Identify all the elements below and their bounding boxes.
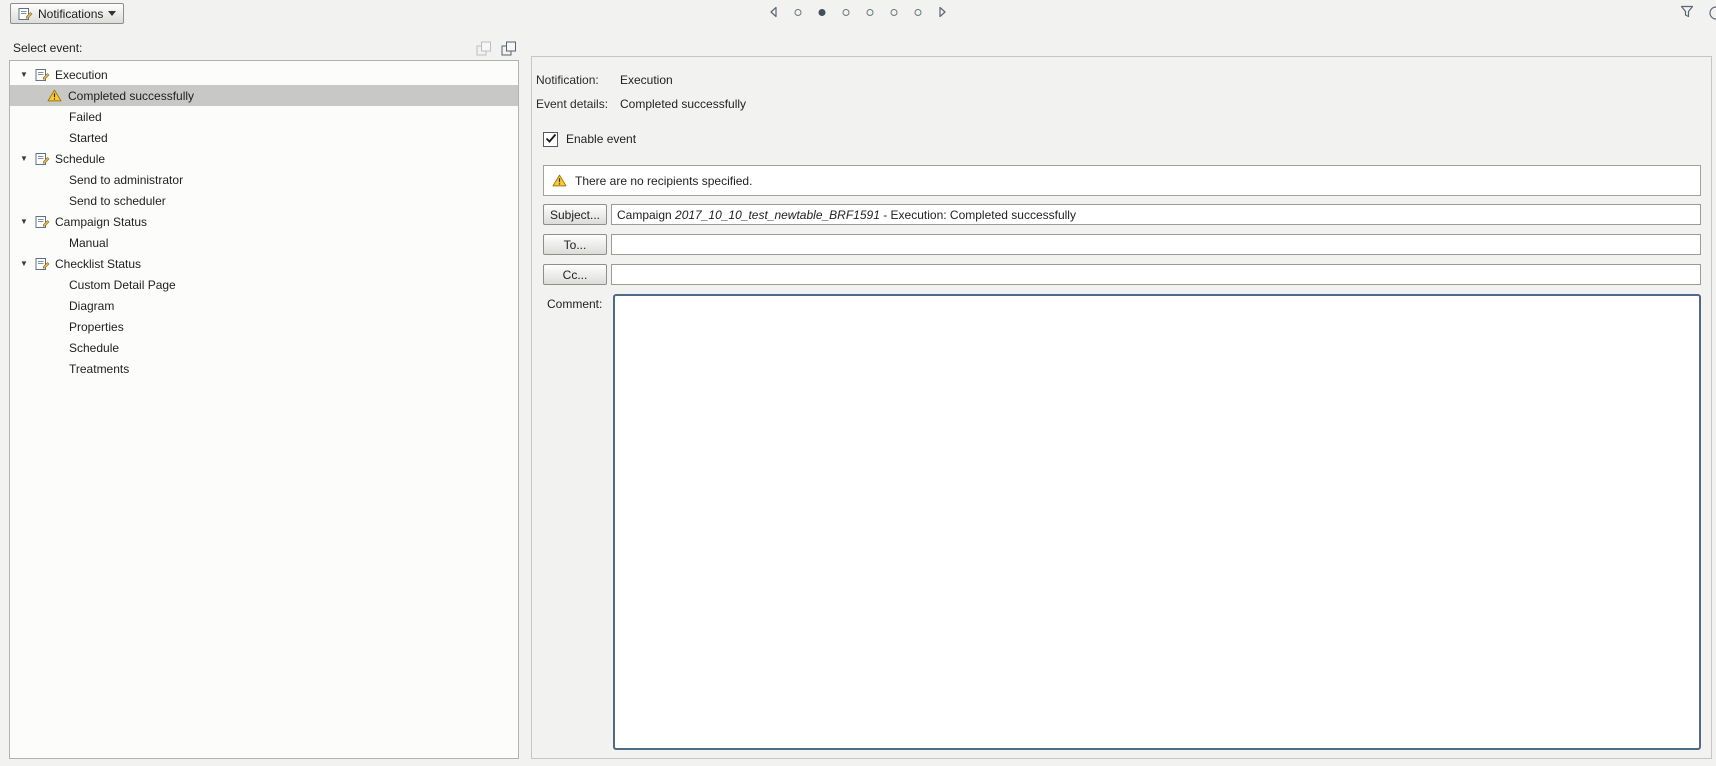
pager-next-button[interactable] [939, 6, 948, 18]
pager-dot-5[interactable] [890, 8, 898, 16]
pager-dot-1[interactable] [794, 8, 802, 16]
enable-event-checkbox[interactable] [543, 131, 558, 147]
tree-item-label: Diagram [69, 298, 115, 313]
notifications-menu-button[interactable]: Notifications [10, 3, 125, 24]
comment-row: Comment: [532, 294, 1701, 750]
comment-textarea[interactable] [613, 294, 1701, 750]
check-icon [545, 133, 556, 143]
event-details-row: Event details: Completed successfully [532, 94, 1701, 114]
tree-item-treatments[interactable]: Treatments [10, 358, 518, 379]
dropdown-caret-icon [108, 11, 117, 16]
cc-row: Cc... [532, 264, 1701, 285]
notification-value: Execution [620, 73, 673, 87]
subject-campaign-name: 2017_10_10_test_newtable_BRF1591 [675, 207, 880, 222]
tree-item-custom-detail-page[interactable]: Custom Detail Page [10, 274, 518, 295]
tree-item-completed-successfully[interactable]: Completed successfully [10, 85, 518, 106]
subject-row: Subject... Campaign 2017_10_10_test_newt… [532, 204, 1701, 225]
tree-item-label: Failed [69, 109, 102, 124]
filter-icon[interactable] [1680, 5, 1694, 21]
tree-group-label: Schedule [55, 151, 106, 166]
tree-item-label: Completed successfully [68, 88, 195, 103]
pager-dot-6[interactable] [914, 8, 922, 16]
warning-icon [47, 89, 62, 102]
tree-item-label: Schedule [69, 340, 120, 355]
warning-banner: There are no recipients specified. [543, 165, 1701, 196]
to-input[interactable] [611, 234, 1701, 255]
subject-prefix: Campaign [617, 207, 676, 222]
tree-group-label: Execution [55, 67, 108, 82]
collapse-arrow-icon[interactable]: ▼ [20, 154, 30, 163]
tree-item-started[interactable]: Started [10, 127, 518, 148]
tree-group-schedule[interactable]: ▼ Schedule [10, 148, 518, 169]
tree-item-diagram[interactable]: Diagram [10, 295, 518, 316]
tree-panel-header: Select event: [9, 36, 519, 60]
tree-item-label: Manual [69, 235, 109, 250]
pager-dot-2[interactable] [818, 8, 826, 16]
collapse-all-icon[interactable] [476, 41, 492, 56]
tree-item-label: Send to scheduler [69, 193, 166, 208]
expand-all-icon[interactable] [501, 41, 517, 56]
tree-item-send-to-scheduler[interactable]: Send to scheduler [10, 190, 518, 211]
pager-dot-3[interactable] [842, 8, 850, 16]
tree-item-label: Treatments [69, 361, 130, 376]
pager-prev-button[interactable] [769, 6, 778, 18]
enable-event-row: Enable event [532, 131, 1701, 147]
comment-label: Comment: [547, 297, 603, 311]
event-tree-panel: Select event: ▼ Execution Completed succes… [9, 36, 519, 759]
pager-dot-4[interactable] [866, 8, 874, 16]
tree-item-label: Properties [69, 319, 124, 334]
collapse-arrow-icon[interactable]: ▼ [20, 70, 30, 79]
tree-item-failed[interactable]: Failed [10, 106, 518, 127]
event-group-icon [35, 215, 50, 229]
tree-item-send-to-administrator[interactable]: Send to administrator [10, 169, 518, 190]
tree-item-properties[interactable]: Properties [10, 316, 518, 337]
notification-form-icon [18, 7, 33, 21]
tree-group-label: Campaign Status [55, 214, 148, 229]
event-tree: ▼ Execution Completed successfully Failed St… [9, 60, 519, 759]
event-group-icon [35, 152, 50, 166]
warning-message: There are no recipients specified. [575, 173, 753, 188]
pager-dots [794, 8, 922, 16]
collapse-arrow-icon[interactable]: ▼ [20, 217, 30, 226]
subject-suffix: - Execution: Completed successfully [879, 207, 1076, 222]
event-details-value: Completed successfully [620, 97, 747, 111]
tree-item-manual[interactable]: Manual [10, 232, 518, 253]
tree-item-label: Started [69, 130, 108, 145]
tree-item-label: Custom Detail Page [69, 277, 176, 292]
left-arrow-icon [770, 6, 777, 18]
collapse-arrow-icon[interactable]: ▼ [20, 259, 30, 268]
enable-event-label: Enable event [566, 132, 637, 146]
tree-group-label: Checklist Status [55, 256, 142, 271]
event-details-label: Event details: [536, 97, 609, 111]
tree-group-execution[interactable]: ▼ Execution [10, 64, 518, 85]
pager [769, 6, 948, 18]
tree-group-checklist-status[interactable]: ▼ Checklist Status [10, 253, 518, 274]
top-toolbar: Notifications [0, 0, 1716, 28]
circle-icon[interactable] [1708, 5, 1716, 24]
cc-input[interactable] [611, 264, 1701, 285]
to-row: To... [532, 234, 1701, 255]
event-group-icon [35, 68, 50, 82]
warning-icon [552, 174, 567, 187]
notifications-menu-label: Notifications [38, 6, 104, 21]
event-group-icon [35, 257, 50, 271]
tree-group-campaign-status[interactable]: ▼ Campaign Status [10, 211, 518, 232]
notification-detail-panel: Notification: Execution Event details: C… [531, 56, 1712, 759]
tree-item-label: Send to administrator [69, 172, 184, 187]
notification-label: Notification: [536, 73, 599, 87]
cc-button[interactable]: Cc... [543, 264, 607, 285]
to-button[interactable]: To... [543, 234, 607, 255]
select-event-label: Select event: [13, 41, 83, 55]
right-arrow-icon [939, 6, 946, 18]
subject-field[interactable]: Campaign 2017_10_10_test_newtable_BRF159… [611, 204, 1701, 225]
tree-item-schedule[interactable]: Schedule [10, 337, 518, 358]
subject-button[interactable]: Subject... [543, 204, 607, 225]
notification-row: Notification: Execution [532, 70, 1701, 90]
